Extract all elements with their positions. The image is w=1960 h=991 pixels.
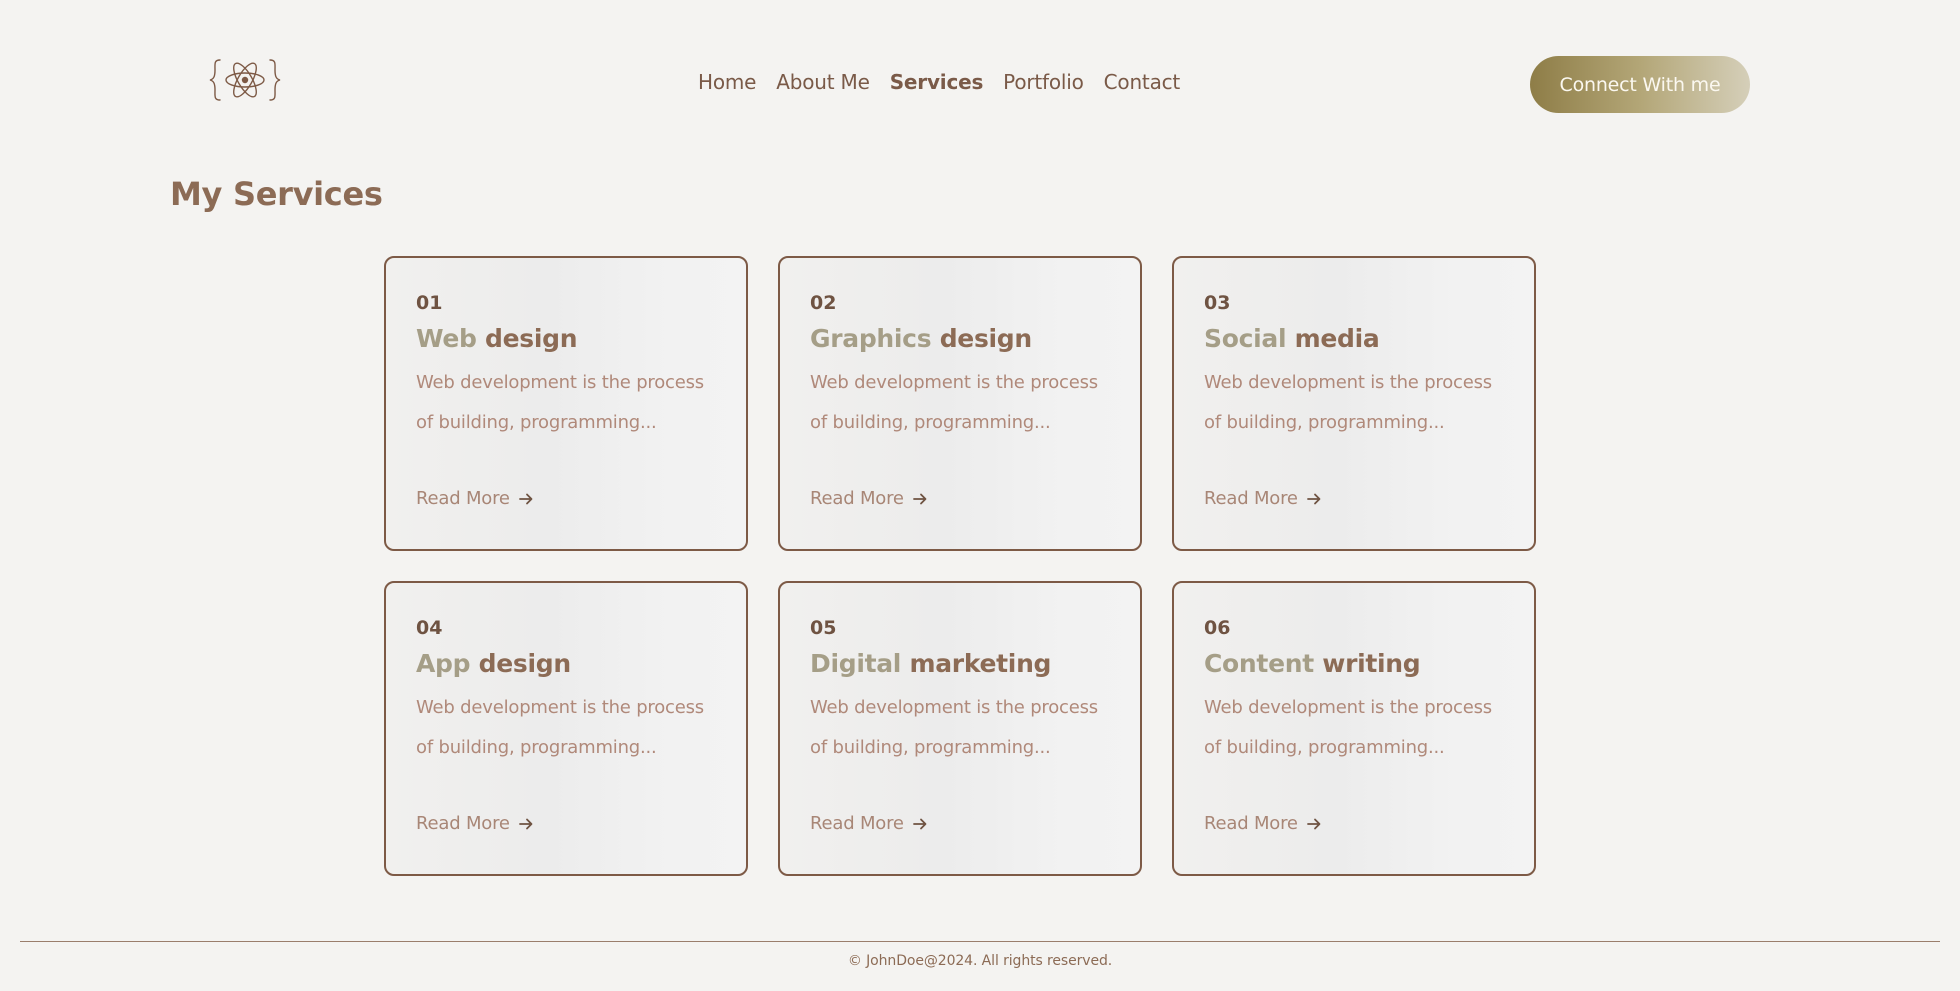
read-more-link[interactable]: Read More bbox=[810, 488, 928, 509]
read-more-link[interactable]: Read More bbox=[810, 813, 928, 834]
read-more-link[interactable]: Read More bbox=[416, 488, 534, 509]
read-more-link[interactable]: Read More bbox=[416, 813, 534, 834]
read-more-label: Read More bbox=[810, 813, 904, 834]
arrow-right-icon bbox=[912, 818, 927, 829]
connect-with-me-button[interactable]: Connect With me bbox=[1530, 56, 1750, 113]
service-title: App design bbox=[416, 649, 716, 678]
service-number: 03 bbox=[1204, 292, 1231, 314]
service-title-second-word: marketing bbox=[909, 649, 1052, 678]
service-title-second-word: media bbox=[1294, 324, 1380, 353]
nav-contact[interactable]: Contact bbox=[1104, 70, 1181, 94]
page-title: My Services bbox=[170, 175, 383, 213]
arrow-right-icon bbox=[1306, 818, 1321, 829]
service-title: Graphics design bbox=[810, 324, 1110, 353]
read-more-label: Read More bbox=[1204, 488, 1298, 509]
read-more-label: Read More bbox=[416, 488, 510, 509]
nav-home[interactable]: Home bbox=[698, 70, 756, 94]
service-title-first-word: Graphics bbox=[810, 324, 932, 353]
nav-about-me[interactable]: About Me bbox=[776, 70, 870, 94]
service-description: Web development is the process of buildi… bbox=[1204, 372, 1492, 433]
service-title-first-word: Web bbox=[416, 324, 477, 353]
service-description: Web development is the process of buildi… bbox=[1204, 697, 1492, 758]
arrow-right-icon bbox=[912, 493, 927, 504]
service-card-app-design: 04 App design Web development is the pro… bbox=[384, 581, 748, 876]
footer-copyright: © JohnDoe@2024. All rights reserved. bbox=[847, 953, 1113, 969]
service-description: Web development is the process of buildi… bbox=[416, 372, 704, 433]
service-title-first-word: Social bbox=[1204, 324, 1287, 353]
service-title: Content writing bbox=[1204, 649, 1504, 678]
service-title: Digital marketing bbox=[810, 649, 1110, 678]
logo[interactable] bbox=[208, 56, 282, 104]
footer-divider bbox=[20, 941, 1940, 942]
service-description: Web development is the process of buildi… bbox=[810, 372, 1098, 433]
arrow-right-icon bbox=[518, 818, 533, 829]
read-more-link[interactable]: Read More bbox=[1204, 813, 1322, 834]
read-more-link[interactable]: Read More bbox=[1204, 488, 1322, 509]
service-number: 01 bbox=[416, 292, 443, 314]
react-atom-in-braces-icon bbox=[209, 59, 281, 101]
service-title-second-word: design bbox=[939, 324, 1033, 353]
service-description: Web development is the process of buildi… bbox=[810, 697, 1098, 758]
service-card-graphics-design: 02 Graphics design Web development is th… bbox=[778, 256, 1142, 551]
service-number: 04 bbox=[416, 617, 443, 639]
service-title: Web design bbox=[416, 324, 716, 353]
service-title-second-word: design bbox=[478, 649, 572, 678]
service-title-first-word: App bbox=[416, 649, 471, 678]
service-card-content-writing: 06 Content writing Web development is th… bbox=[1172, 581, 1536, 876]
service-number: 06 bbox=[1204, 617, 1231, 639]
services-grid: 01 Web design Web development is the pro… bbox=[384, 256, 1536, 876]
read-more-label: Read More bbox=[416, 813, 510, 834]
arrow-right-icon bbox=[1306, 493, 1321, 504]
service-card-digital-marketing: 05 Digital marketing Web development is … bbox=[778, 581, 1142, 876]
service-title: Social media bbox=[1204, 324, 1504, 353]
arrow-right-icon bbox=[518, 493, 533, 504]
nav-services[interactable]: Services bbox=[890, 70, 984, 94]
read-more-label: Read More bbox=[1204, 813, 1298, 834]
service-card-social-media: 03 Social media Web development is the p… bbox=[1172, 256, 1536, 551]
service-title-second-word: writing bbox=[1322, 649, 1421, 678]
service-title-second-word: design bbox=[485, 324, 578, 353]
service-number: 05 bbox=[810, 617, 837, 639]
read-more-label: Read More bbox=[810, 488, 904, 509]
service-number: 02 bbox=[810, 292, 837, 314]
service-description: Web development is the process of buildi… bbox=[416, 697, 704, 758]
nav-portfolio[interactable]: Portfolio bbox=[1003, 70, 1084, 94]
service-card-web-design: 01 Web design Web development is the pro… bbox=[384, 256, 748, 551]
service-title-first-word: Digital bbox=[810, 649, 902, 678]
service-title-first-word: Content bbox=[1204, 649, 1314, 678]
